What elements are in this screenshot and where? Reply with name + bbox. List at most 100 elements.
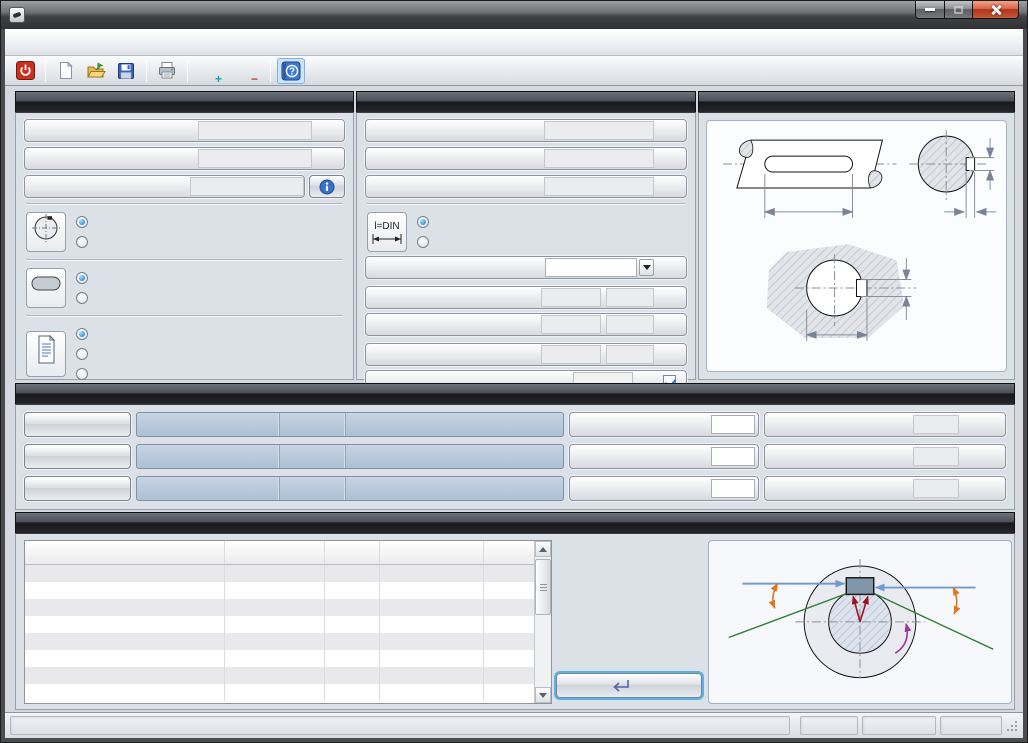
result-hub-value — [380, 599, 484, 616]
field-pressure-shaft — [764, 412, 1006, 437]
table-scrollbar[interactable] — [534, 541, 551, 703]
result-name — [25, 667, 225, 684]
wellennut-laenge-tolerance — [606, 315, 654, 334]
exit-button[interactable] — [11, 58, 39, 84]
passfederhoehe-input[interactable] — [544, 149, 654, 168]
status-text — [10, 716, 790, 735]
radio-din-blatt-1[interactable] — [76, 324, 94, 344]
print-button[interactable] — [153, 58, 181, 84]
key-length-mode-group: l=DIN — [365, 210, 687, 254]
open-file-button[interactable] — [82, 58, 110, 84]
divider — [26, 203, 343, 205]
force-diagram — [715, 545, 1005, 683]
key-length-icon: l=DIN — [367, 212, 407, 252]
shaft-zone-drawing — [707, 126, 1006, 230]
result-hub-value — [380, 633, 484, 650]
radio-icon — [76, 328, 88, 340]
safety-key-input[interactable] — [711, 479, 755, 498]
svg-text:?: ? — [289, 66, 295, 77]
scroll-down-icon[interactable] — [535, 687, 551, 703]
results-table — [24, 540, 552, 704]
force-diagram-panel — [708, 540, 1012, 704]
safety-hub-input[interactable] — [711, 447, 755, 466]
decimals-decrease-button[interactable]: − — [230, 58, 264, 84]
field-betriebsfaktor — [24, 175, 305, 198]
betriebsfaktor-input[interactable] — [190, 177, 304, 196]
radio-icon — [76, 368, 88, 380]
result-hub-value — [380, 565, 484, 582]
result-shaft-value — [225, 667, 325, 684]
result-shaft-unit — [325, 582, 380, 599]
help-button[interactable]: ? — [277, 58, 305, 84]
result-hub-unit — [484, 616, 534, 633]
save-button[interactable] — [112, 58, 140, 84]
radio-one-key[interactable] — [76, 212, 94, 232]
column-header — [380, 541, 484, 564]
decimals-increase-button[interactable]: + — [194, 58, 228, 84]
field-wellennuttiefe — [365, 286, 687, 309]
result-shaft-value — [225, 616, 325, 633]
radio-icon — [76, 348, 88, 360]
svg-text:l=DIN: l=DIN — [374, 221, 399, 232]
new-file-button[interactable] — [52, 58, 80, 84]
result-shaft-value — [225, 633, 325, 650]
info-icon — [319, 179, 335, 195]
field-nenndrehmoment — [24, 119, 345, 142]
shaft-material-button[interactable] — [24, 412, 131, 437]
wellendurchmesser-input[interactable] — [198, 149, 312, 168]
column-header — [484, 541, 534, 564]
title-bar — [1, 1, 1027, 29]
material-number — [279, 413, 345, 436]
passfederlaenge-select[interactable] — [545, 258, 637, 277]
divider — [26, 259, 343, 261]
menu-hilfe[interactable] — [59, 38, 83, 46]
result-hub-unit — [484, 667, 534, 684]
result-hub-unit — [484, 650, 534, 667]
close-button[interactable] — [973, 1, 1019, 19]
column-header — [325, 541, 380, 564]
app-window: + − ? — [0, 0, 1028, 743]
table-row — [25, 599, 534, 616]
menu-einstellungen[interactable] — [35, 38, 59, 46]
radio-form-b[interactable] — [76, 288, 94, 308]
nenndrehmoment-input[interactable] — [198, 121, 312, 140]
status-bar — [5, 712, 1023, 738]
hub-material-button[interactable] — [24, 444, 131, 469]
radio-din-blatt-2[interactable] — [76, 344, 94, 364]
key-form-icon — [26, 268, 66, 308]
maximize-icon — [954, 6, 963, 14]
radio-two-keys[interactable] — [76, 232, 94, 252]
radio-length-free[interactable] — [417, 232, 435, 252]
info-button[interactable] — [309, 175, 345, 198]
result-hub-unit — [484, 582, 534, 599]
result-hub-unit — [484, 684, 534, 701]
table-row — [25, 616, 534, 633]
kantenbrechung-input[interactable] — [544, 177, 654, 196]
pressure-key-value — [913, 479, 959, 498]
passfederbreite-input[interactable] — [544, 121, 654, 140]
wellennuttiefe-input[interactable] — [541, 288, 601, 307]
radio-din-blatt-3[interactable] — [76, 364, 94, 384]
result-shaft-unit — [325, 667, 380, 684]
material-treatment — [345, 477, 563, 500]
scrollbar-thumb[interactable] — [535, 559, 551, 615]
radio-form-a[interactable] — [76, 268, 94, 288]
key-material-button[interactable] — [24, 476, 131, 501]
scroll-up-icon[interactable] — [535, 541, 551, 557]
minimize-button[interactable] — [915, 1, 945, 19]
maximize-button[interactable] — [945, 1, 973, 19]
hub-zone-drawing — [707, 240, 1006, 346]
status-ds — [800, 716, 858, 735]
column-header — [225, 541, 325, 564]
result-shaft-unit — [325, 633, 380, 650]
nabennuttiefe-input[interactable] — [541, 345, 601, 364]
material-row-key — [24, 476, 1006, 501]
wellennut-laenge-input[interactable] — [541, 315, 601, 334]
chevron-down-icon[interactable] — [639, 259, 654, 276]
menu-datei[interactable] — [11, 38, 35, 46]
safety-shaft-input[interactable] — [711, 415, 755, 434]
calculate-button[interactable] — [556, 673, 702, 698]
radio-length-din[interactable] — [417, 212, 435, 232]
result-shaft-unit — [325, 599, 380, 616]
resize-grip-icon[interactable] — [1006, 719, 1018, 733]
